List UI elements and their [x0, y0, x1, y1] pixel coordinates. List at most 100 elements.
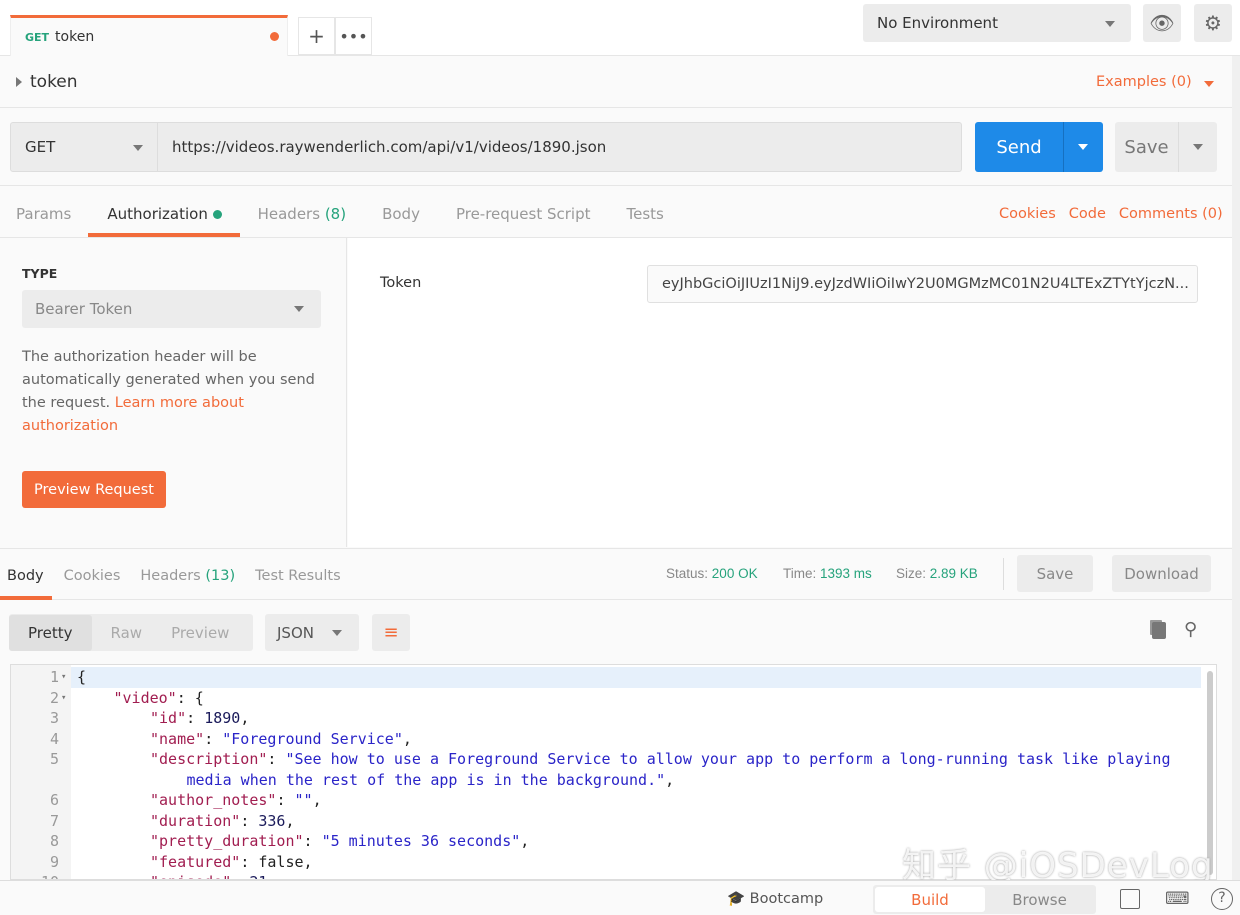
- method-label: GET: [25, 138, 56, 156]
- comments-link[interactable]: Comments (0): [1119, 206, 1223, 222]
- save-response-button[interactable]: Save: [1017, 555, 1093, 592]
- ellipsis-icon: •••: [339, 26, 368, 46]
- line-number: 4: [49, 729, 59, 748]
- code-line: 6 "author_notes": "",: [11, 790, 1201, 811]
- code-token: 336: [258, 811, 286, 830]
- more-tabs-button[interactable]: •••: [335, 17, 372, 55]
- method-select[interactable]: GET: [10, 122, 158, 172]
- headers-count: (8): [324, 205, 347, 223]
- environment-quick-look-button[interactable]: 👁: [1143, 4, 1181, 42]
- code-token: :: [231, 873, 249, 879]
- mode-toggle: Build Browse: [873, 885, 1096, 914]
- fold-arrow-icon[interactable]: ▾: [61, 667, 66, 688]
- view-mode-toggle: Pretty Raw Preview: [9, 614, 253, 651]
- wrap-lines-button[interactable]: ≡: [372, 614, 410, 651]
- url-input[interactable]: https://videos.raywenderlich.com/api/v1/…: [157, 122, 962, 172]
- save-button[interactable]: Save: [1115, 122, 1217, 172]
- send-button[interactable]: Send: [975, 122, 1103, 172]
- chevron-down-icon: [294, 306, 304, 312]
- bootcamp-button[interactable]: 🎓 Bootcamp: [727, 890, 823, 907]
- divider: [0, 107, 1232, 108]
- code-line: 7 "duration": 336,: [11, 811, 1201, 832]
- code-text: "name": "Foreground Service",: [150, 729, 412, 750]
- code-line: 3 "id": 1890,: [11, 708, 1201, 729]
- size-value: 2.89 KB: [929, 566, 978, 581]
- divider: [0, 185, 1232, 186]
- code-token: "pretty_duration": [150, 832, 304, 850]
- request-tabs: Params Authorization Headers (8) Body Pr…: [16, 205, 700, 223]
- fold-arrow-icon[interactable]: ▾: [61, 688, 66, 709]
- page-scrollbar[interactable]: [1232, 56, 1240, 880]
- code-token: :: [186, 709, 205, 727]
- code-token: "name": [150, 729, 205, 748]
- code-text: "author_notes": "",: [150, 790, 322, 811]
- code-line: 1 ▾{: [11, 667, 1201, 688]
- line-number: 6: [49, 791, 59, 809]
- tab-params[interactable]: Params: [16, 205, 71, 223]
- status-value: 200 OK: [711, 566, 758, 581]
- format-select[interactable]: JSON: [265, 614, 359, 651]
- view-raw[interactable]: Raw: [92, 624, 162, 642]
- wrap-icon: ≡: [383, 622, 399, 643]
- environment-select[interactable]: No Environment: [863, 4, 1131, 42]
- type-label: TYPE: [22, 266, 58, 281]
- request-title[interactable]: token: [16, 72, 78, 92]
- code-token: "duration": [150, 811, 241, 830]
- tab-response-headers[interactable]: Headers (13): [140, 568, 235, 584]
- code-text: "id": 1890,: [150, 708, 249, 729]
- tab-response-body[interactable]: Body: [7, 568, 44, 584]
- new-tab-button[interactable]: +: [298, 17, 335, 55]
- bootcamp-label: Bootcamp: [749, 891, 824, 907]
- time-readout: Time: 1393 ms: [783, 566, 872, 581]
- code-token: "featured": [150, 852, 241, 871]
- tab-pre-request-script[interactable]: Pre-request Script: [456, 205, 591, 223]
- tab-tests[interactable]: Tests: [627, 205, 664, 223]
- code-token: ,: [520, 832, 530, 850]
- view-preview[interactable]: Preview: [161, 624, 239, 642]
- send-options-button[interactable]: [1063, 122, 1103, 172]
- code-text: "description": "See how to use a Foregro…: [150, 749, 1170, 770]
- code-token: ,: [402, 729, 412, 748]
- tab-test-results[interactable]: Test Results: [255, 568, 341, 584]
- help-icon[interactable]: ?: [1211, 888, 1233, 910]
- eye-icon: 👁: [1149, 11, 1175, 35]
- examples-dropdown[interactable]: Examples (0): [1096, 74, 1214, 90]
- code-token: "description": [150, 750, 268, 768]
- preview-request-button[interactable]: Preview Request: [22, 471, 166, 508]
- tab-authorization[interactable]: Authorization: [107, 205, 222, 223]
- code-token: : {: [176, 688, 204, 707]
- search-icon[interactable]: ⚲: [1184, 619, 1197, 640]
- save-options-button[interactable]: [1178, 122, 1217, 172]
- code-link[interactable]: Code: [1069, 206, 1106, 222]
- environment-label: No Environment: [877, 14, 998, 32]
- code-token: ,: [303, 852, 313, 871]
- view-pretty[interactable]: Pretty: [9, 614, 92, 651]
- response-tabs: Body Cookies Headers (13) Test Results: [7, 568, 341, 584]
- copy-icon[interactable]: [1152, 622, 1166, 639]
- keyboard-shortcuts-icon[interactable]: ⌨: [1165, 889, 1190, 909]
- line-number: 9: [49, 852, 59, 871]
- code-token: ,: [312, 791, 322, 809]
- code-token: :: [240, 852, 259, 871]
- download-button[interactable]: Download: [1112, 555, 1211, 592]
- tab-response-cookies[interactable]: Cookies: [64, 568, 121, 584]
- tab-headers[interactable]: Headers (8): [258, 205, 346, 223]
- token-input[interactable]: eyJhbGciOiJIUzI1NiJ9.eyJzdWIiOiIwY2U0MGM…: [647, 265, 1198, 303]
- examples-label: Examples (0): [1096, 74, 1192, 90]
- browse-tab[interactable]: Browse: [987, 885, 1092, 914]
- build-tab[interactable]: Build: [875, 887, 985, 912]
- request-tab[interactable]: GET token: [10, 15, 288, 56]
- token-value: eyJhbGciOiJIUzI1NiJ9.eyJzdWIiOiIwY2U0MGM…: [662, 276, 1189, 292]
- auth-type-select[interactable]: Bearer Token: [22, 290, 321, 328]
- code-line: 4 "name": "Foreground Service",: [11, 729, 1201, 750]
- code-token: ,: [240, 709, 250, 727]
- tab-body[interactable]: Body: [382, 205, 420, 223]
- send-label: Send: [996, 136, 1042, 158]
- environment-settings-button[interactable]: ⚙: [1194, 4, 1232, 42]
- two-pane-view-icon[interactable]: [1120, 889, 1140, 909]
- code-token: "": [294, 791, 313, 809]
- gear-icon: ⚙: [1204, 11, 1222, 35]
- status-label: Status:: [666, 566, 709, 581]
- tab-name: token: [55, 29, 95, 45]
- cookies-link[interactable]: Cookies: [999, 206, 1056, 222]
